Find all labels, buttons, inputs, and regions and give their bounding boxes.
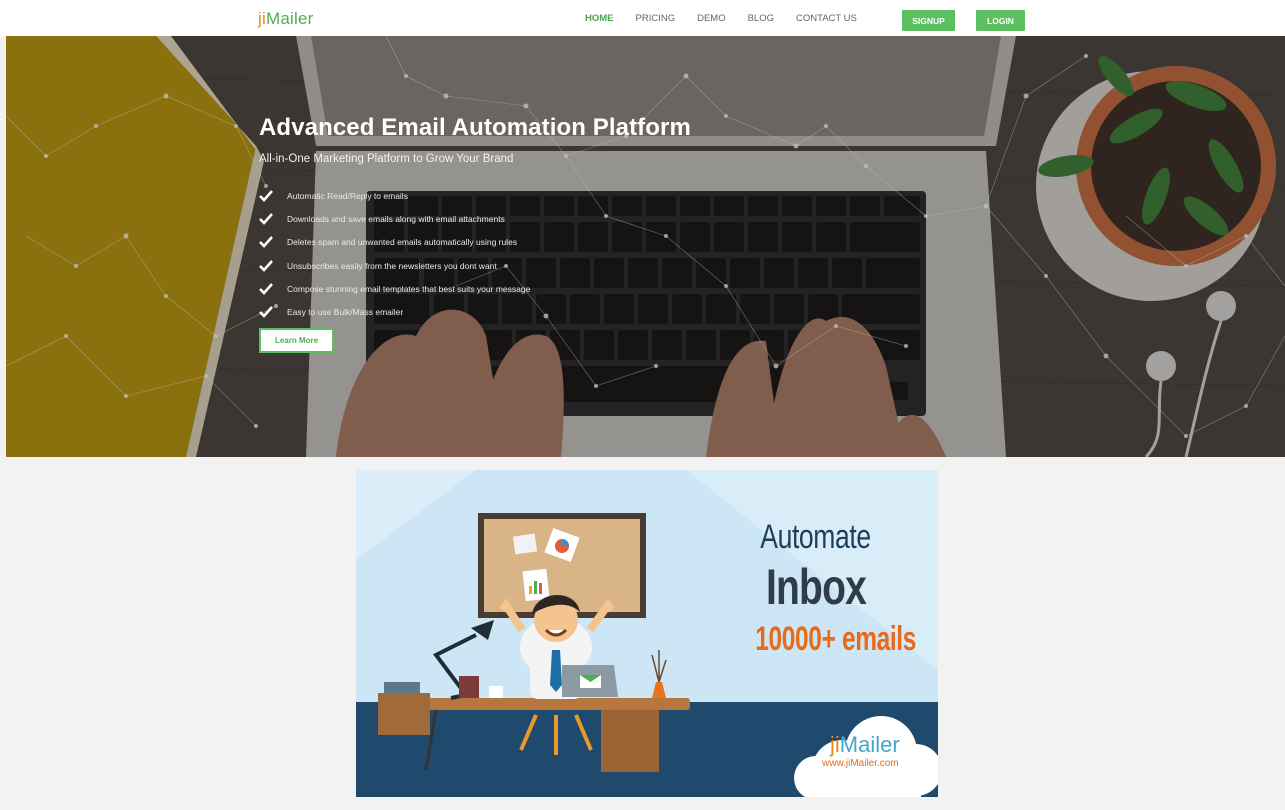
feature-text: Downloads and save emails along with ema… [287, 213, 505, 224]
youtube-watermark: YouTube [852, 770, 908, 786]
nav-blog[interactable]: BLOG [737, 13, 785, 24]
nav-pricing[interactable]: PRICING [625, 13, 687, 24]
feature-item: Automatic Read/Reply to emails [259, 184, 530, 207]
video-thumbnail[interactable]: Automate Inbox 10000+ emails jiMailer ww… [356, 470, 938, 797]
feature-text: Unsubscribes easily from the newsletters… [287, 260, 497, 271]
hero-overlay [6, 36, 1285, 457]
feature-text: Automatic Read/Reply to emails [287, 190, 408, 201]
feature-item: Unsubscribes easily from the newsletters… [259, 254, 530, 277]
check-icon [259, 305, 283, 319]
check-icon [259, 189, 283, 203]
feature-text: Compose stunning email templates that be… [287, 283, 531, 294]
check-icon [259, 212, 283, 226]
learn-more-button[interactable]: Learn More [259, 328, 334, 353]
nav-contact-us[interactable]: CONTACT US [785, 13, 868, 24]
feature-item: Easy to use Bulk/Mass emailer [259, 300, 530, 323]
feature-text: Deletes spam and unwanted emails automat… [287, 237, 518, 248]
banner-automate-text: Automate [760, 518, 871, 556]
signup-button[interactable]: SIGNUP [902, 10, 955, 31]
check-icon [259, 282, 283, 296]
feature-list: Automatic Read/Reply to emails Downloads… [259, 184, 530, 324]
feature-text: Easy to use Bulk/Mass emailer [287, 307, 404, 318]
nav-demo[interactable]: DEMO [686, 13, 737, 24]
nav-home[interactable]: HOME [574, 13, 625, 24]
hero-section: Advanced Email Automation Platform All-i… [6, 36, 1285, 457]
banner-emails-text: 10000+ emails [755, 620, 916, 658]
top-navbar: jiMailer HOME PRICING DEMO BLOG CONTACT … [0, 0, 1285, 36]
check-icon [259, 235, 283, 249]
banner-url: www.jiMailer.com [822, 758, 899, 769]
feature-item: Compose stunning email templates that be… [259, 277, 530, 300]
banner-logo-prefix: ji [830, 732, 840, 757]
feature-item: Deletes spam and unwanted emails automat… [259, 231, 530, 254]
logo-prefix: ji [258, 9, 266, 28]
logo-suffix: Mailer [265, 9, 314, 28]
check-icon [259, 259, 283, 273]
hero-subtitle: All-in-One Marketing Platform to Grow Yo… [259, 153, 514, 165]
banner-inbox-text: Inbox [765, 559, 867, 615]
login-button[interactable]: LOGIN [976, 10, 1025, 31]
banner-logo-suffix: Mailer [839, 732, 900, 757]
hero-title: Advanced Email Automation Platform [259, 114, 691, 141]
nav-menu: HOME PRICING DEMO BLOG CONTACT US [574, 0, 868, 36]
feature-item: Downloads and save emails along with ema… [259, 207, 530, 230]
banner-logo: jiMailer [830, 732, 900, 758]
site-logo[interactable]: jiMailer [258, 9, 313, 29]
